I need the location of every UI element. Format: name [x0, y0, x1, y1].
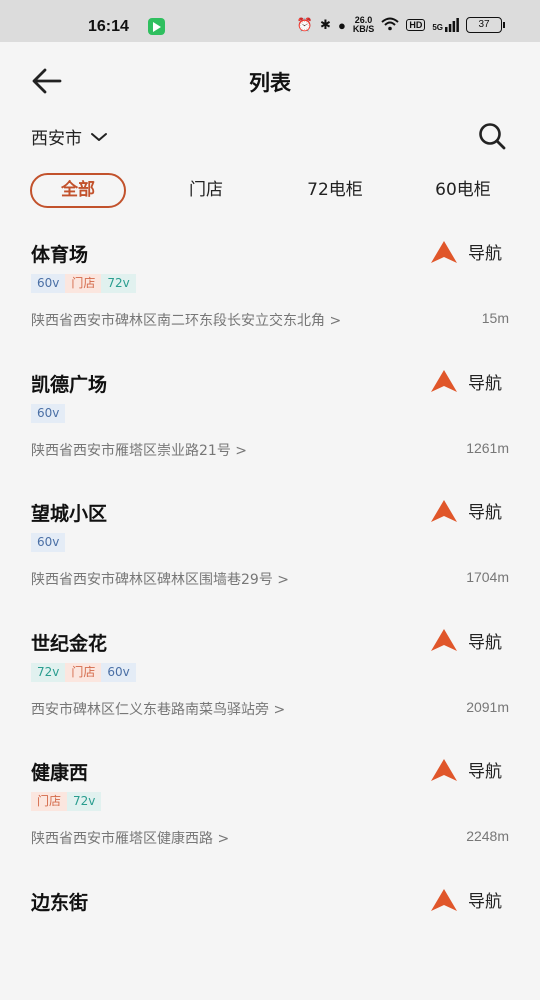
tag-72v: 72v — [101, 274, 136, 293]
navigate-button[interactable]: 导航 — [430, 887, 502, 912]
chevron-down-icon — [91, 132, 107, 141]
station-distance: 1704m — [466, 569, 509, 586]
navigate-label: 导航 — [468, 373, 502, 394]
station-distance: 2248m — [466, 828, 509, 845]
net-speed: 26.0 KB/S — [353, 16, 375, 34]
tag-group: 门店 72v — [31, 792, 102, 812]
header: 列表 — [0, 42, 540, 118]
list-item[interactable]: 望城小区 导航 60v 陕西省西安市碑林区碑林区围墙巷29号 > 1704m — [0, 481, 540, 611]
filter-tabs: 全部 门店 72电柜 60电柜 — [0, 170, 540, 214]
station-name: 健康西 — [31, 762, 89, 785]
list-item[interactable]: 健康西 导航门店 72v 陕西省西安市雁塔区健康西路 > 2248m — [0, 740, 540, 870]
navigate-button[interactable]: 导航 — [430, 757, 502, 782]
navigate-button[interactable]: 导航 — [430, 239, 502, 264]
navigate-label: 导航 — [468, 632, 502, 653]
net-speed-unit: KB/S — [352, 24, 375, 34]
navigate-button[interactable]: 导航 — [430, 628, 502, 653]
station-name: 望城小区 — [31, 503, 108, 526]
station-name: 世纪金花 — [31, 632, 108, 655]
station-address[interactable]: 陕西省西安市碑林区碑林区围墙巷29号 > — [31, 569, 289, 589]
signal-type: 5G — [432, 23, 443, 32]
navigation-arrow-icon — [431, 888, 457, 911]
page-title: 列表 — [249, 71, 291, 95]
navigate-label: 导航 — [468, 762, 502, 783]
station-name: 边东街 — [31, 892, 89, 914]
list-item[interactable]: 边东街 导航 — [0, 870, 540, 1000]
station-address[interactable]: 陕西省西安市雁塔区崇业路21号 > — [31, 440, 247, 460]
tag-store: 门店 — [65, 274, 102, 293]
navigate-label: 导航 — [468, 892, 502, 912]
hd-badge: HD — [406, 19, 426, 31]
tag-60v: 60v — [101, 662, 136, 682]
city-label: 西安市 — [31, 129, 82, 149]
app-notification-icon — [148, 18, 165, 35]
tag-60v: 60v — [31, 533, 66, 553]
station-distance: 2091m — [466, 698, 509, 715]
bluetooth-icon: ✱ — [320, 17, 331, 32]
tag-group: 60v — [31, 533, 66, 553]
list-item[interactable]: 世纪金花 导航 72v 门店 60v 西安市碑林区仁义东巷路南菜鸟驿站旁 > 2091m — [0, 611, 540, 741]
navigation-arrow-icon — [431, 758, 457, 781]
status-bar: 16:14 ⏰ ✱ ● 26.0 KB/S HD 5G 37 — [0, 0, 540, 42]
tab-60-cabinet[interactable]: 60电柜 — [418, 173, 508, 208]
navigation-arrow-icon — [431, 629, 457, 652]
navigate-label: 导航 — [468, 244, 502, 264]
signal-icon: 5G — [432, 18, 459, 32]
navigate-button[interactable]: 导航 — [430, 498, 502, 523]
tag-store: 门店 — [65, 662, 102, 682]
tab-72-cabinet[interactable]: 72电柜 — [290, 173, 380, 208]
station-distance: 1261m — [466, 439, 509, 456]
tag-group: 72v 门店 60v — [31, 662, 136, 682]
tag-60v: 60v — [31, 274, 66, 293]
station-name: 体育场 — [31, 244, 89, 266]
city-selector[interactable]: 西安市 — [31, 124, 108, 149]
status-icons: ⏰ ✱ ● 26.0 KB/S HD 5G 37 — [296, 16, 505, 34]
alarm-icon: ⏰ — [296, 17, 314, 32]
tag-72v: 72v — [67, 792, 102, 812]
tag-72v: 72v — [31, 662, 66, 682]
location-icon: ● — [337, 17, 346, 33]
battery-indicator: 37 — [466, 17, 505, 33]
navigation-arrow-icon — [431, 499, 457, 522]
tag-60v: 60v — [31, 403, 66, 423]
wifi-icon — [381, 17, 399, 34]
status-time: 16:14 — [88, 18, 129, 35]
station-address[interactable]: 陕西省西安市碑林区南二环东段长安立交东北角 > — [31, 310, 341, 330]
list-item[interactable]: 体育场 导航 60v 门店 72v 陕西省西安市碑林区南二环东段长安立交东北角 > 15m — [0, 222, 540, 352]
search-icon — [479, 123, 506, 150]
navigate-button[interactable]: 导航 — [430, 369, 502, 394]
tag-store: 门店 — [31, 792, 68, 812]
list-item[interactable]: 凯德广场 导航 60v 陕西省西安市雁塔区崇业路21号 > 1261m — [0, 352, 540, 482]
location-bar: 西安市 — [0, 118, 540, 158]
station-name: 凯德广场 — [31, 373, 108, 396]
tag-group: 60v 门店 72v — [31, 274, 136, 293]
navigation-arrow-icon — [431, 370, 457, 393]
tag-group: 60v — [31, 403, 66, 423]
tab-stores[interactable]: 门店 — [170, 173, 242, 208]
station-address[interactable]: 陕西省西安市雁塔区健康西路 > — [31, 828, 229, 848]
station-address[interactable]: 西安市碑林区仁义东巷路南菜鸟驿站旁 > — [31, 699, 285, 719]
navigate-label: 导航 — [468, 503, 502, 524]
search-button[interactable] — [476, 120, 508, 152]
navigation-arrow-icon — [431, 240, 457, 263]
station-distance: 15m — [481, 310, 509, 326]
tab-all[interactable]: 全部 — [30, 173, 126, 208]
